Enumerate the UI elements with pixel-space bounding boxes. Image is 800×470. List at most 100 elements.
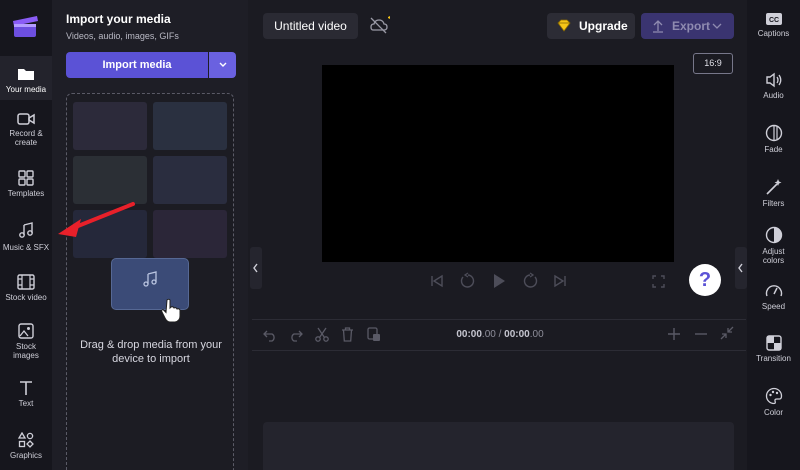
right-nav-fade[interactable]: Fade [747, 124, 800, 154]
plus-icon [668, 328, 680, 340]
placeholder-thumbnail [153, 102, 227, 150]
timeline-ruler [252, 350, 746, 351]
right-nav-filters[interactable]: Filters [747, 178, 800, 208]
minus-icon [695, 333, 707, 335]
export-button[interactable]: Export [641, 13, 734, 39]
current-time: 00:00 [456, 329, 482, 340]
current-frac: .00 [481, 329, 496, 340]
split-button[interactable] [315, 327, 329, 347]
svg-text:CC: CC [768, 17, 778, 24]
chevron-left-icon [253, 263, 258, 273]
nav-stock-video[interactable]: Stock video [0, 274, 52, 302]
hand-cursor-icon [161, 298, 181, 322]
nav-label: Your media [5, 85, 47, 94]
music-note-icon [19, 222, 33, 238]
image-icon [18, 323, 34, 339]
fade-icon [765, 124, 782, 142]
redo-button[interactable] [289, 328, 303, 347]
right-nav-label: Captions [757, 29, 790, 38]
undo-icon [263, 330, 275, 342]
upgrade-label: Upgrade [579, 19, 628, 33]
video-preview-canvas [322, 65, 674, 262]
captions-icon: CC [765, 13, 782, 25]
rewind-5s-button[interactable] [459, 272, 477, 295]
speedometer-icon [765, 285, 782, 297]
cloud-sync-status[interactable] [368, 14, 391, 41]
time-separator: / [495, 329, 505, 340]
right-nav-audio[interactable]: Audio [747, 72, 800, 100]
help-button[interactable]: ? [689, 264, 721, 296]
fullscreen-button[interactable] [652, 275, 665, 293]
upload-icon [653, 20, 663, 33]
right-nav-adjust-colors[interactable]: Adjust colors [747, 226, 800, 265]
speaker-icon [765, 72, 781, 88]
collapse-arrows-icon [720, 326, 734, 340]
panel-title: Import your media [66, 12, 171, 26]
right-nav-color[interactable]: Color [747, 387, 800, 417]
video-title-field[interactable]: Untitled video [263, 13, 358, 39]
duplicate-icon [367, 327, 380, 341]
chevron-down-icon [712, 23, 722, 29]
right-nav-label: Filters [762, 199, 785, 208]
shapes-icon [18, 432, 34, 448]
right-nav-label: Transition [756, 354, 791, 363]
right-nav-label: Speed [761, 302, 786, 311]
delete-button[interactable] [341, 327, 354, 347]
nav-graphics[interactable]: Graphics [0, 432, 52, 460]
right-nav-speed[interactable]: Speed [747, 283, 800, 311]
aspect-ratio-button[interactable]: 16:9 [693, 53, 733, 74]
music-note-icon [143, 271, 157, 287]
duplicate-button[interactable] [367, 327, 381, 347]
chevron-down-icon [219, 62, 226, 67]
nav-label: Templates [7, 189, 45, 198]
dropzone-text: Drag & drop media from your device to im… [80, 339, 222, 365]
undo-button[interactable] [263, 328, 277, 347]
clipchamp-logo [11, 12, 39, 38]
placeholder-thumbnail [73, 102, 147, 150]
right-nav-label: Fade [764, 145, 783, 154]
nav-your-media[interactable]: Your media [0, 56, 52, 100]
timeline-divider [252, 319, 746, 320]
right-nav-label: Color [763, 408, 784, 417]
play-button[interactable] [491, 273, 507, 294]
video-camera-icon [17, 113, 35, 125]
export-label: Export [672, 19, 711, 33]
upgrade-button[interactable]: Upgrade [547, 13, 635, 39]
nav-record-create[interactable]: Record & create [0, 112, 52, 147]
collapse-left-panel-handle[interactable] [250, 247, 262, 289]
nav-text[interactable]: Text [0, 380, 52, 408]
import-options-button[interactable] [209, 52, 236, 78]
right-nav-label: Adjust colors [762, 247, 785, 265]
placeholder-thumbnail [153, 156, 227, 204]
nav-label: Graphics [9, 451, 42, 460]
right-nav-label: Audio [763, 91, 784, 100]
scissors-icon [315, 327, 329, 342]
zoom-out-button[interactable] [694, 327, 708, 346]
nav-label: Stock video [5, 293, 47, 302]
placeholder-thumbnail [153, 210, 227, 258]
cloud-off-icon [370, 16, 391, 34]
trash-icon [342, 327, 353, 342]
folder-icon [18, 69, 34, 80]
total-frac: .00 [529, 329, 544, 340]
nav-label: Music & SFX [2, 243, 50, 252]
timeline-track[interactable] [263, 422, 734, 470]
collapse-right-panel-handle[interactable] [735, 247, 747, 289]
palette-icon [765, 387, 782, 405]
nav-templates[interactable]: Templates [0, 170, 52, 198]
right-nav-transition[interactable]: Transition [747, 335, 800, 363]
fullscreen-icon [652, 275, 665, 288]
transition-icon [765, 335, 782, 351]
nav-stock-images[interactable]: Stock images [0, 323, 52, 360]
import-media-button[interactable]: Import media [66, 52, 208, 78]
skip-forward-button[interactable] [553, 274, 567, 293]
zoom-in-button[interactable] [667, 327, 681, 346]
right-nav-captions[interactable]: CC Captions [747, 12, 800, 38]
nav-music-sfx[interactable]: Music & SFX [0, 222, 52, 252]
red-arrow-annotation [58, 202, 135, 237]
rewind-icon [460, 272, 475, 288]
nav-label: Text [18, 399, 34, 408]
forward-5s-button[interactable] [521, 272, 539, 295]
fit-timeline-button[interactable] [720, 326, 734, 345]
skip-back-button[interactable] [430, 274, 444, 293]
